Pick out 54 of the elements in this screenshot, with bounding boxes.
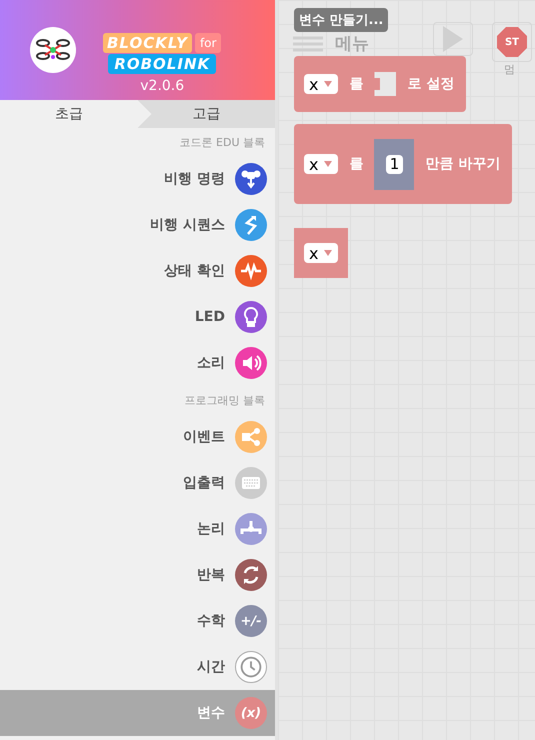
category-item[interactable]: 상태 확인 — [0, 248, 275, 294]
section-label: 프로그래밍 블록 — [184, 393, 266, 409]
logo-text: for — [194, 32, 222, 52]
variable-dropdown[interactable]: x — [304, 243, 338, 263]
block-text: 를 — [349, 75, 364, 93]
caret-icon — [324, 250, 332, 256]
caret-icon — [324, 81, 332, 87]
logo-text: ROBOLINK — [108, 54, 216, 74]
category-label: 변수 — [197, 704, 225, 722]
category-item[interactable]: 수학 +/- — [0, 598, 275, 644]
category-label: 비행 시퀀스 — [150, 216, 225, 234]
set-variable-block[interactable]: x 를 로 설정 — [294, 56, 466, 112]
caret-icon — [324, 161, 332, 167]
menu-icon — [293, 36, 323, 52]
stop-label: 멈 — [504, 62, 515, 77]
block-text: 만큼 바꾸기 — [425, 155, 500, 173]
category-label: 소리 — [197, 354, 225, 372]
empty-input-slot — [374, 72, 396, 96]
level-tab[interactable]: 고급 — [138, 100, 275, 128]
create-variable-button[interactable]: 변수 만들기... — [294, 8, 388, 32]
category-label: 상태 확인 — [164, 262, 225, 280]
category-label: 이벤트 — [183, 428, 225, 446]
play-button[interactable] — [433, 22, 473, 56]
category-label: 비행 명령 — [164, 170, 225, 188]
number-block[interactable]: 1 — [374, 138, 414, 190]
play-icon — [443, 26, 463, 52]
category-icon: +/- — [235, 605, 267, 637]
category-label: LED — [194, 309, 225, 325]
category-label: 수학 — [197, 612, 225, 630]
block-text: 로 설정 — [407, 75, 454, 93]
logo-text: BLOCKLY — [103, 32, 192, 52]
variable-block[interactable]: x — [294, 228, 348, 278]
category-item[interactable]: 논리 — [0, 506, 275, 552]
menu-label: 메뉴 — [335, 33, 369, 55]
variable-dropdown[interactable]: x — [304, 74, 338, 94]
category-icon: (x) — [235, 697, 267, 729]
version-label: v2.0.6 — [140, 78, 184, 94]
category-label: 입출력 — [183, 474, 225, 492]
category-item[interactable]: 이벤트 — [0, 414, 275, 460]
category-item[interactable]: 시간 — [0, 644, 275, 690]
variable-dropdown[interactable]: x — [304, 154, 338, 174]
category-label: 반복 — [197, 566, 225, 584]
section-label: 코드론 EDU 블록 — [180, 135, 266, 151]
number-field[interactable]: 1 — [386, 154, 404, 174]
change-variable-block[interactable]: x 를 1 만큼 바꾸기 — [294, 124, 512, 204]
category-item[interactable]: 반복 — [0, 552, 275, 598]
category-item[interactable]: 비행 명령 — [0, 156, 275, 202]
category-label: 시간 — [197, 658, 225, 676]
category-item[interactable]: 비행 시퀀스 — [0, 202, 275, 248]
category-item[interactable]: LED — [0, 294, 275, 340]
category-label: 논리 — [197, 520, 225, 538]
category-item[interactable]: 소리 — [0, 340, 275, 386]
block-text: 를 — [349, 155, 364, 173]
category-item[interactable]: 입출력 — [0, 460, 275, 506]
